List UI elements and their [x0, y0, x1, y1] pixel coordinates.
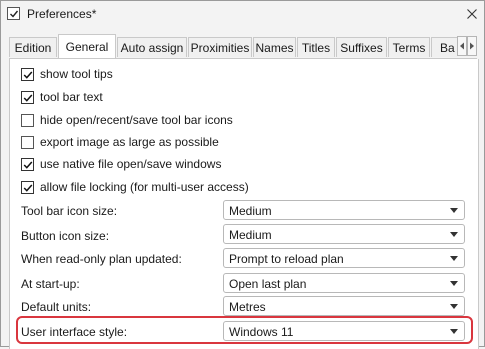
checkbox-show-tool-tips[interactable]: show tool tips: [21, 65, 113, 83]
tab-general[interactable]: General: [58, 34, 116, 58]
tab-names[interactable]: Names: [253, 37, 296, 57]
tab-edition[interactable]: Edition: [9, 37, 57, 57]
checkbox-label: show tool tips: [40, 67, 113, 81]
chevron-down-icon: [450, 256, 458, 261]
tab-suffixes[interactable]: Suffixes: [336, 37, 387, 57]
label-read-only-plan-updated: When read-only plan updated:: [21, 252, 182, 266]
select-value: Medium: [229, 204, 272, 218]
select-value: Windows 11: [229, 325, 294, 339]
select-value: Prompt to reload plan: [229, 252, 344, 266]
select-button-icon-size[interactable]: Medium: [223, 224, 465, 244]
checkbox-export-image-large[interactable]: export image as large as possible: [21, 133, 219, 151]
checkbox-box[interactable]: [21, 157, 34, 171]
preferences-window: Preferences* Edition General Auto assign…: [0, 0, 485, 349]
checkbox-hide-toolbar-icons[interactable]: hide open/recent/save tool bar icons: [21, 111, 233, 129]
checkbox-native-file-windows[interactable]: use native file open/save windows: [21, 155, 221, 173]
tab-proximities[interactable]: Proximities: [188, 37, 252, 57]
checkmark-icon: [23, 71, 33, 79]
select-value: Medium: [229, 228, 272, 242]
chevron-right-icon: [470, 42, 474, 50]
title-bar: Preferences*: [1, 1, 484, 29]
checkbox-label: hide open/recent/save tool bar icons: [40, 113, 233, 127]
select-at-start-up[interactable]: Open last plan: [223, 273, 465, 293]
checkbox-label: allow file locking (for multi-user acces…: [40, 180, 249, 194]
label-default-units: Default units:: [21, 300, 92, 314]
checkbox-label: export image as large as possible: [40, 135, 219, 149]
select-read-only-plan-updated[interactable]: Prompt to reload plan: [223, 248, 465, 268]
chevron-down-icon: [450, 281, 458, 286]
label-tool-bar-icon-size: Tool bar icon size:: [21, 204, 118, 218]
label-at-start-up: At start-up:: [21, 277, 80, 291]
select-tool-bar-icon-size[interactable]: Medium: [223, 200, 465, 220]
checkbox-box[interactable]: [21, 113, 34, 127]
tab-titles[interactable]: Titles: [297, 37, 335, 57]
checkbox-label: tool bar text: [40, 90, 103, 104]
tab-auto-assign[interactable]: Auto assign: [117, 37, 187, 57]
select-user-interface-style[interactable]: Windows 11: [223, 321, 465, 341]
tab-scroll-left-button[interactable]: [457, 36, 467, 56]
select-value: Open last plan: [229, 277, 307, 291]
checkbox-box[interactable]: [21, 135, 34, 149]
checkbox-box[interactable]: [21, 180, 34, 194]
label-button-icon-size: Button icon size:: [21, 229, 110, 243]
tab-partial[interactable]: Ba: [431, 37, 457, 57]
checkmark-icon: [23, 161, 33, 169]
checkbox-tool-bar-text[interactable]: tool bar text: [21, 88, 103, 106]
tab-scroll-right-button[interactable]: [467, 36, 477, 56]
checkbox-label: use native file open/save windows: [40, 157, 222, 171]
tab-strip: Edition General Auto assign Proximities …: [9, 34, 477, 59]
checkmark-icon: [23, 94, 33, 102]
checkmark-icon: [23, 184, 33, 192]
checkbox-allow-file-locking[interactable]: allow file locking (for multi-user acces…: [21, 178, 249, 196]
chevron-down-icon: [450, 304, 458, 309]
tabs-viewport: Edition General Auto assign Proximities …: [9, 34, 457, 58]
label-user-interface-style: User interface style:: [21, 325, 128, 339]
checkbox-box[interactable]: [21, 67, 34, 81]
window-title: Preferences*: [27, 7, 97, 21]
chevron-left-icon: [460, 42, 464, 50]
chevron-down-icon: [450, 232, 458, 237]
select-value: Metres: [229, 300, 266, 314]
tab-terms[interactable]: Terms: [388, 37, 430, 57]
close-button[interactable]: [463, 5, 481, 23]
chevron-down-icon: [450, 208, 458, 213]
checkbox-box[interactable]: [21, 90, 34, 104]
general-panel: show tool tips tool bar text hide open/r…: [9, 59, 479, 349]
select-default-units[interactable]: Metres: [223, 296, 465, 316]
close-icon: [467, 9, 477, 19]
chevron-down-icon: [450, 329, 458, 334]
app-icon: [7, 7, 20, 20]
